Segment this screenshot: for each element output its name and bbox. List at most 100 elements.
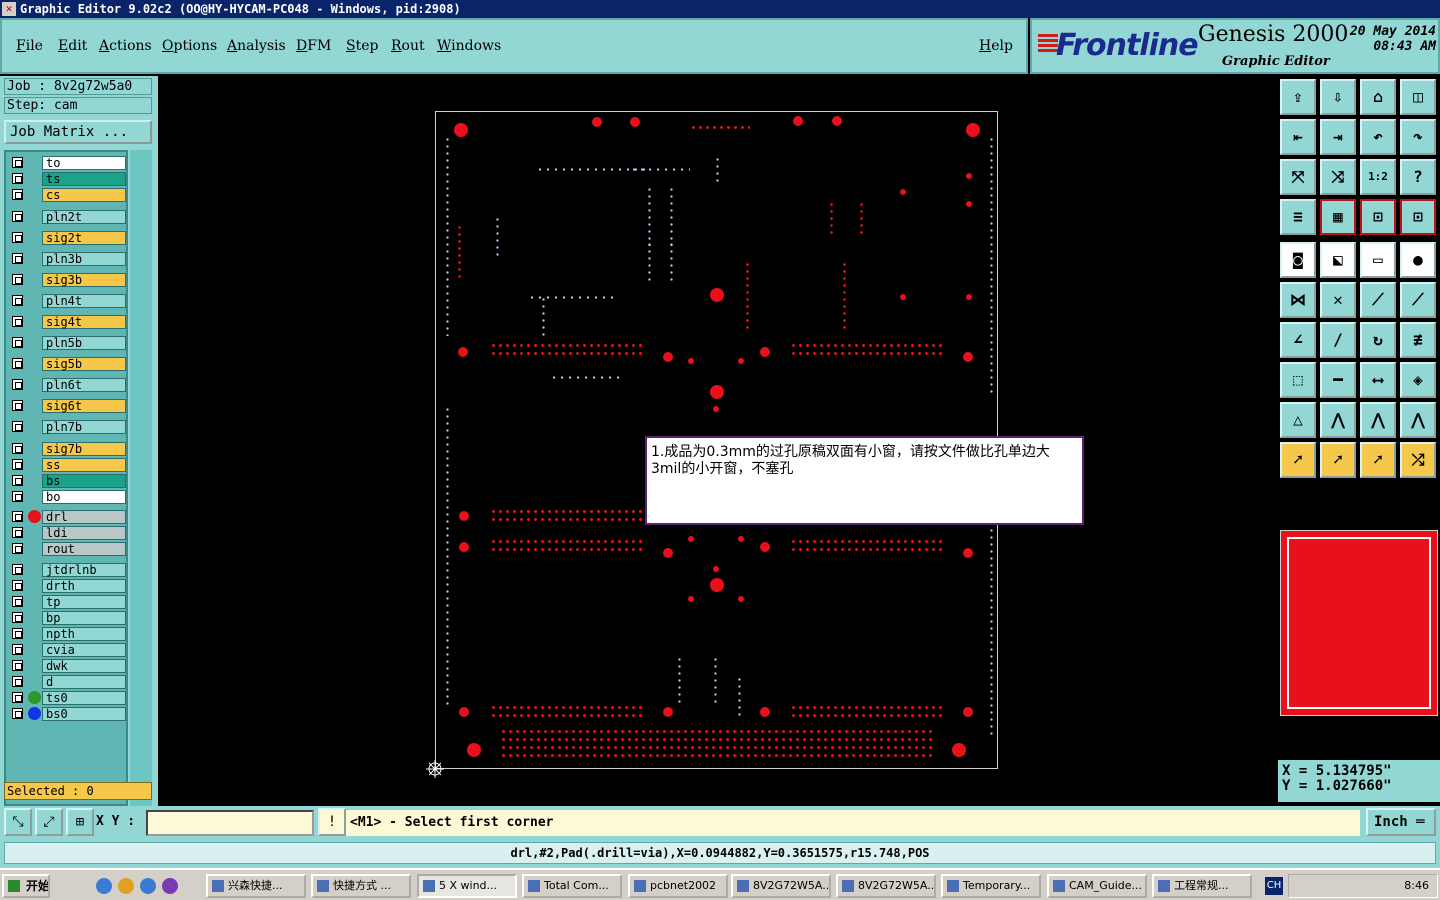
layer-name[interactable]: cs	[42, 188, 126, 202]
layer-checkbox[interactable]	[12, 644, 23, 655]
menu-help[interactable]: Help	[979, 38, 1013, 54]
ime-indicator[interactable]: CH	[1265, 877, 1283, 895]
layer-name[interactable]: pln4t	[42, 294, 126, 308]
line-b-button[interactable]: ⟋	[1400, 282, 1436, 318]
layer-row-sig2t[interactable]: sig2t	[8, 231, 126, 245]
angle-button[interactable]: ∠	[1280, 322, 1316, 358]
taskbar-item[interactable]: 兴森快捷...	[206, 874, 306, 898]
layer-row-drl[interactable]: drl	[8, 510, 126, 524]
layer-list-scrollbar[interactable]	[130, 150, 152, 806]
layer-checkbox[interactable]	[12, 400, 23, 411]
layer-row-pln7b[interactable]: pln7b	[8, 420, 126, 434]
layer-name[interactable]: sig3b	[42, 273, 126, 287]
layer-name[interactable]: ss	[42, 458, 126, 472]
layer-row-sig7b[interactable]: sig7b	[8, 442, 126, 456]
layer-name[interactable]: bs0	[42, 707, 126, 721]
layer-row-pln6t[interactable]: pln6t	[8, 378, 126, 392]
job-matrix-button[interactable]: Job Matrix ...	[4, 120, 152, 144]
layer-row-rout[interactable]: rout	[8, 542, 126, 556]
start-button[interactable]: 开始	[2, 874, 50, 898]
layer-checkbox[interactable]	[12, 421, 23, 432]
layer-row-ts[interactable]: ts	[8, 172, 126, 186]
layer-row-ldi[interactable]: ldi	[8, 526, 126, 540]
snap-grid-button[interactable]: ⊡	[1360, 199, 1396, 235]
layer-checkbox[interactable]	[12, 511, 23, 522]
layer-name[interactable]: cvia	[42, 643, 126, 657]
layer-name[interactable]: tp	[42, 595, 126, 609]
layer-row-bs0[interactable]: bs0	[8, 707, 126, 721]
snap-button[interactable]: ⤡	[4, 808, 32, 836]
layer-name[interactable]: pln6t	[42, 378, 126, 392]
layer-checkbox[interactable]	[12, 443, 23, 454]
layer-row-bs[interactable]: bs	[8, 474, 126, 488]
layer-row-tp[interactable]: tp	[8, 595, 126, 609]
layer-row-cvia[interactable]: cvia	[8, 643, 126, 657]
layer-name[interactable]: npth	[42, 627, 126, 641]
layer-checkbox[interactable]	[12, 173, 23, 184]
zoom-fit-button[interactable]: ⇪	[1280, 79, 1316, 115]
layer-checkbox[interactable]	[12, 157, 23, 168]
layer-checkbox[interactable]	[12, 527, 23, 538]
arc-a-button[interactable]: ⋀	[1320, 402, 1356, 438]
rotate-button[interactable]: ↻	[1360, 322, 1396, 358]
line-a-button[interactable]: ⟋	[1360, 282, 1396, 318]
outline-button[interactable]: ⬕	[1320, 242, 1356, 278]
layer-name[interactable]: sig6t	[42, 399, 126, 413]
grid-button[interactable]: ▦	[1320, 199, 1356, 235]
measure-width-button[interactable]: ⟷	[1360, 362, 1396, 398]
measure-line-button[interactable]: ━	[1320, 362, 1356, 398]
layer-name[interactable]: bp	[42, 611, 126, 625]
layer-row-ss[interactable]: ss	[8, 458, 126, 472]
layer-name[interactable]: pln7b	[42, 420, 126, 434]
layer-checkbox[interactable]	[12, 459, 23, 470]
layer-name[interactable]: ts0	[42, 691, 126, 705]
layer-row-jtdrlnb[interactable]: jtdrlnb	[8, 563, 126, 577]
quick-launch-icon[interactable]	[96, 878, 112, 894]
delete-button[interactable]: ✕	[1320, 282, 1356, 318]
taskbar-item[interactable]: Total Com...	[522, 874, 622, 898]
xy-input[interactable]	[146, 810, 314, 836]
layer-row-bp[interactable]: bp	[8, 611, 126, 625]
measure-pad-button[interactable]: ◈	[1400, 362, 1436, 398]
layer-name[interactable]: bs	[42, 474, 126, 488]
layer-checkbox[interactable]	[12, 660, 23, 671]
layer-row-drth[interactable]: drth	[8, 579, 126, 593]
layer-checkbox[interactable]	[12, 580, 23, 591]
layer-checkbox[interactable]	[12, 692, 23, 703]
pan-left-button[interactable]: ⇤	[1280, 119, 1316, 155]
draw-triangle-button[interactable]: △	[1280, 402, 1316, 438]
taskbar-item[interactable]: 工程常规...	[1152, 874, 1252, 898]
layer-checkbox[interactable]	[12, 189, 23, 200]
quick-launch-icon[interactable]	[140, 878, 156, 894]
layer-row-sig5b[interactable]: sig5b	[8, 357, 126, 371]
layer-name[interactable]: dwk	[42, 659, 126, 673]
layer-checkbox[interactable]	[12, 475, 23, 486]
layer-row-d[interactable]: d	[8, 675, 126, 689]
select-pointer-button[interactable]: ➚	[1280, 442, 1316, 478]
layer-checkbox[interactable]	[12, 232, 23, 243]
note-popup[interactable]: 1.成品为0.3mm的过孔原稿双面有小窗，请按文件做比孔单边大3mil的小开窗，…	[645, 436, 1084, 525]
measure-button[interactable]: ⤢	[35, 808, 63, 836]
taskbar-item[interactable]: pcbnet2002	[628, 874, 728, 898]
layer-checkbox[interactable]	[12, 612, 23, 623]
select-route-button[interactable]: ⤮	[1400, 442, 1436, 478]
layer-name[interactable]: rout	[42, 542, 126, 556]
layer-checkbox[interactable]	[12, 253, 23, 264]
layer-name[interactable]: ldi	[42, 526, 126, 540]
layer-preview[interactable]	[1280, 530, 1438, 716]
menu-options[interactable]: Options	[162, 38, 217, 54]
redo-view-button[interactable]: ↷	[1400, 119, 1436, 155]
layer-name[interactable]: sig7b	[42, 442, 126, 456]
layer-row-to[interactable]: to	[8, 156, 126, 170]
layer-name[interactable]: sig5b	[42, 357, 126, 371]
layer-name[interactable]: pln5b	[42, 336, 126, 350]
layer-checkbox[interactable]	[12, 628, 23, 639]
layer-checkbox[interactable]	[12, 295, 23, 306]
layer-name[interactable]: to	[42, 156, 126, 170]
layer-checkbox[interactable]	[12, 491, 23, 502]
layer-name[interactable]: jtdrlnb	[42, 563, 126, 577]
connect-button[interactable]: ⋈	[1280, 282, 1316, 318]
layer-checkbox[interactable]	[12, 358, 23, 369]
snap-layer-button[interactable]: ⊡	[1400, 199, 1436, 235]
grid-snap-button[interactable]: ⊞	[66, 808, 94, 836]
